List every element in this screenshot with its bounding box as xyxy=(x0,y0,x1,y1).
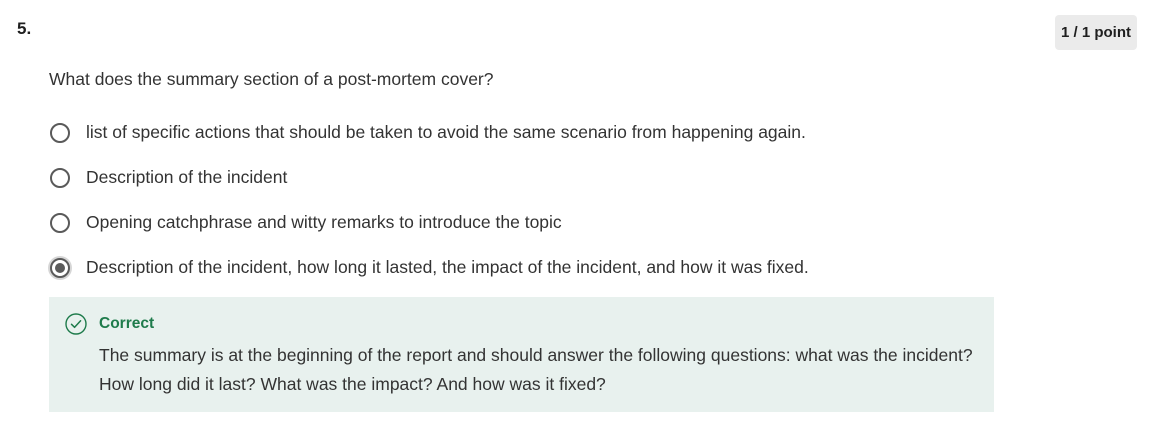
radio-circle-icon xyxy=(50,167,70,188)
answer-options: list of specific actions that should be … xyxy=(48,115,998,285)
answer-option-label: Description of the incident, how long it… xyxy=(86,257,809,277)
answer-option-label: Opening catchphrase and witty remarks to… xyxy=(86,212,562,232)
feedback-explanation: The summary is at the beginning of the r… xyxy=(99,345,973,394)
question-text: What does the summary section of a post-… xyxy=(49,69,494,89)
answer-option-label: list of specific actions that should be … xyxy=(86,122,806,142)
radio-button-3[interactable] xyxy=(48,211,72,235)
radio-button-4[interactable] xyxy=(48,255,72,280)
question-number: 5. xyxy=(17,19,32,38)
answer-option-2[interactable]: Description of the incident xyxy=(48,160,998,195)
radio-selected-icon xyxy=(50,257,70,278)
feedback-status: Correct xyxy=(99,315,155,332)
feedback-panel: Correct The summary is at the beginning … xyxy=(49,297,994,412)
answer-option-3[interactable]: Opening catchphrase and witty remarks to… xyxy=(48,205,998,240)
radio-button-1[interactable] xyxy=(48,121,72,145)
answer-option-4[interactable]: Description of the incident, how long it… xyxy=(48,250,998,285)
check-circle-icon xyxy=(65,313,87,335)
answer-option-label: Description of the incident xyxy=(86,167,288,187)
radio-button-2[interactable] xyxy=(48,166,72,190)
radio-circle-icon xyxy=(50,122,70,143)
radio-circle-icon xyxy=(50,212,70,233)
answer-option-1[interactable]: list of specific actions that should be … xyxy=(48,115,998,150)
score-badge: 1 / 1 point xyxy=(1054,15,1137,50)
